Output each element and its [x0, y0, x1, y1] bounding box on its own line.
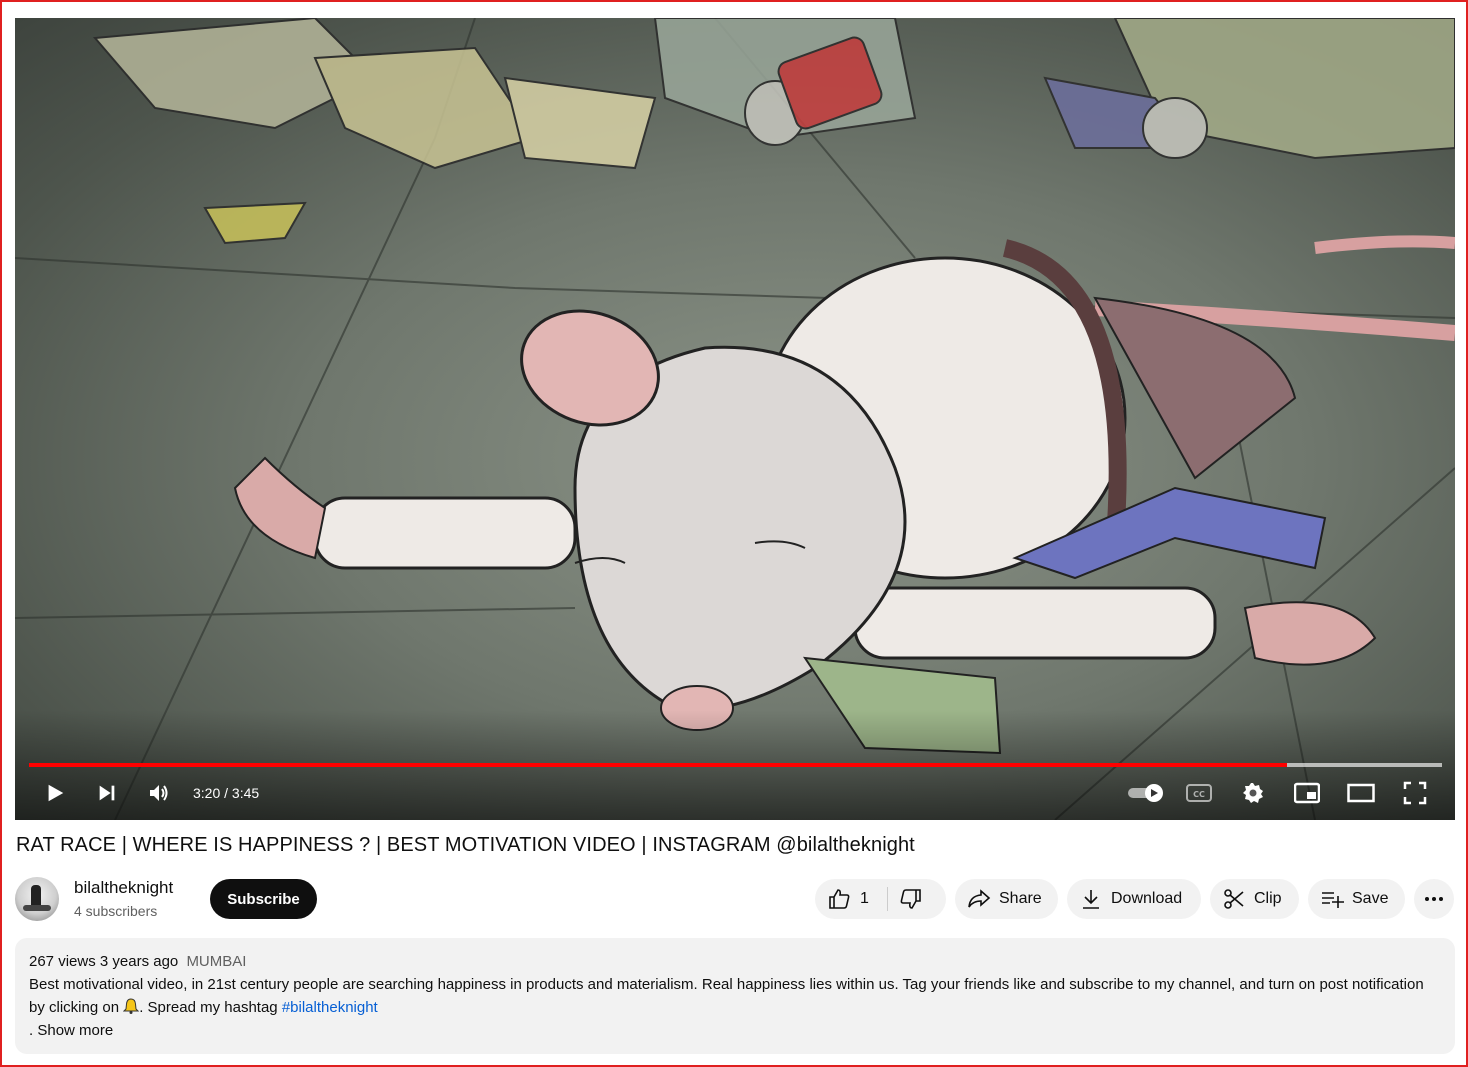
- like-count: 1: [860, 890, 869, 907]
- theater-icon: [1347, 783, 1375, 803]
- description-meta: 267 views 3 years ago MUMBAI: [29, 950, 1441, 973]
- location-tag[interactable]: MUMBAI: [186, 953, 246, 970]
- video-frame: [15, 18, 1455, 820]
- fullscreen-button[interactable]: [1395, 773, 1435, 813]
- hashtag-link[interactable]: #bilaltheknight: [282, 999, 378, 1016]
- time-separator: /: [224, 785, 229, 801]
- description-box[interactable]: 267 views 3 years ago MUMBAI Best motiva…: [15, 938, 1455, 1054]
- download-icon: [1079, 887, 1103, 911]
- show-more-button[interactable]: Show more: [37, 1022, 113, 1039]
- clip-label: Clip: [1254, 890, 1282, 907]
- miniplayer-icon: [1294, 782, 1320, 804]
- captions-button[interactable]: CC: [1179, 773, 1219, 813]
- current-time: 3:20: [193, 785, 221, 801]
- avatar-figure-base: [23, 905, 51, 911]
- share-label: Share: [999, 890, 1042, 907]
- settings-button[interactable]: [1233, 773, 1273, 813]
- fullscreen-icon: [1403, 781, 1427, 805]
- clip-button[interactable]: Clip: [1210, 879, 1299, 919]
- progress-bar[interactable]: [29, 763, 1442, 767]
- progress-played: [29, 763, 1287, 767]
- settings-icon: [1243, 783, 1263, 803]
- next-button[interactable]: [87, 773, 127, 813]
- play-icon: [48, 784, 64, 802]
- subscriber-count: 4 subscribers: [74, 903, 158, 919]
- channel-name[interactable]: bilaltheknight: [74, 878, 173, 898]
- ellipsis-prefix: .: [29, 1022, 34, 1039]
- share-button[interactable]: Share: [955, 879, 1058, 919]
- autoplay-toggle[interactable]: [1121, 773, 1171, 813]
- more-actions-button[interactable]: [1414, 879, 1454, 919]
- channel-avatar[interactable]: [15, 877, 59, 921]
- like-divider: [887, 887, 888, 911]
- svg-text:CC: CC: [1193, 790, 1205, 799]
- like-dislike-group: 1: [815, 879, 946, 919]
- download-button[interactable]: Download: [1067, 879, 1201, 919]
- miniplayer-button[interactable]: [1287, 773, 1327, 813]
- player-controls: 3:20 / 3:45 CC: [15, 773, 1455, 813]
- save-button[interactable]: Save: [1308, 879, 1405, 919]
- share-icon: [967, 887, 991, 911]
- view-count: 267 views: [29, 953, 96, 970]
- avatar-figure: [31, 885, 41, 907]
- time-display: 3:20 / 3:45: [193, 773, 259, 813]
- duration: 3:45: [231, 785, 260, 801]
- show-more-row: . Show more: [29, 1019, 1441, 1042]
- dislike-button[interactable]: [899, 887, 923, 916]
- volume-button[interactable]: [139, 773, 179, 813]
- next-icon: [99, 785, 115, 801]
- more-icon: [1425, 897, 1443, 901]
- autoplay-toggle-icon: [1128, 784, 1163, 802]
- dislike-icon: [899, 887, 923, 911]
- video-player[interactable]: 3:20 / 3:45 CC: [15, 18, 1455, 820]
- play-button[interactable]: [35, 773, 75, 813]
- save-label: Save: [1352, 890, 1389, 907]
- clip-icon: [1222, 887, 1246, 911]
- description-text: Best motivational video, in 21st century…: [29, 973, 1441, 1019]
- like-button[interactable]: 1: [815, 879, 869, 919]
- upload-age: 3 years ago: [99, 953, 179, 970]
- download-label: Download: [1111, 890, 1183, 907]
- bell-icon: [123, 998, 140, 1014]
- description-body-cont: . Spread my hashtag: [139, 999, 278, 1016]
- save-icon: [1320, 887, 1344, 911]
- volume-icon: [150, 785, 168, 801]
- like-icon: [827, 887, 851, 911]
- captions-icon: CC: [1186, 784, 1212, 802]
- theater-mode-button[interactable]: [1341, 773, 1381, 813]
- subscribe-button[interactable]: Subscribe: [210, 879, 317, 919]
- video-title: RAT RACE | WHERE IS HAPPINESS ? | BEST M…: [16, 834, 915, 856]
